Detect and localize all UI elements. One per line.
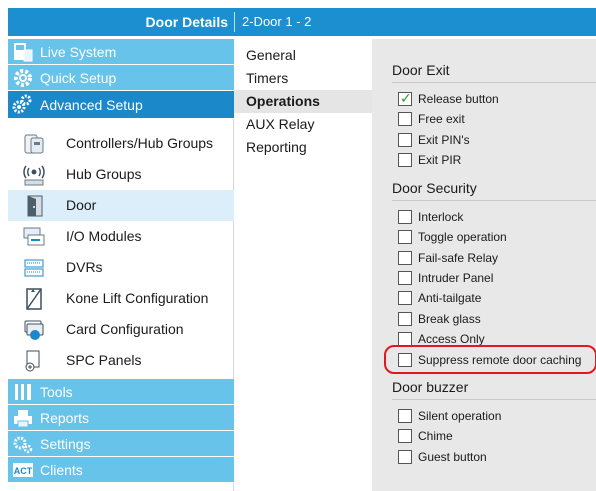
sidebar-item-label: Tools [40,384,73,400]
io-module-icon [23,227,45,246]
checkbox-box[interactable] [398,409,412,423]
sidebar-item-clients[interactable]: ACT Clients [8,457,234,483]
tab-aux-relay[interactable]: AUX Relay [234,113,372,136]
sidebar-item-controllers[interactable]: Controllers/Hub Groups [8,128,234,159]
checkbox-box[interactable] [398,312,412,326]
section-divider [392,82,596,83]
sidebar-item-label: I/O Modules [66,228,142,244]
sidebar-item-io-modules[interactable]: I/O Modules [8,221,234,252]
option-label: Break glass [418,312,481,326]
sidebar-item-label: Card Configuration [66,321,184,337]
door-icon [27,195,43,217]
card-icon [24,320,44,340]
option-label: Chime [418,429,453,443]
sidebar-item-label: Controllers/Hub Groups [66,135,214,151]
svg-text:ACT: ACT [14,466,33,476]
spc-panel-icon [25,350,40,372]
checkbox-box[interactable] [398,230,412,244]
tab-operations[interactable]: Operations [234,90,372,113]
option-label: Toggle operation [418,230,507,244]
option-label: Guest button [418,450,487,464]
sidebar-item-label: Settings [40,436,91,452]
tab-list: General Timers Operations AUX Relay Repo… [234,39,372,491]
sidebar-item-label: Kone Lift Configuration [66,290,209,306]
checkbox-box[interactable] [398,210,412,224]
act-logo-icon: ACT [13,463,33,477]
sidebar: Live System Quick Setup Advanced Setup C… [8,39,234,491]
dvr-icon [24,259,44,277]
checkbox-box[interactable]: ✓ [398,90,412,106]
hub-wireless-icon [23,165,45,186]
sidebar-item-tools[interactable]: Tools [8,379,234,405]
option-label: Fail-safe Relay [418,251,499,265]
tools-icon [15,384,31,400]
live-system-icon [14,43,33,62]
sidebar-item-door[interactable]: Door [8,190,234,221]
sidebar-item-live-system[interactable]: Live System [8,39,234,65]
checkbox-box[interactable] [398,332,412,346]
controller-icon [24,134,44,154]
annotation-highlight [384,345,596,374]
sidebar-item-label: Live System [40,44,117,60]
checkbox-box[interactable] [398,429,412,443]
option-label: Interlock [418,210,464,224]
checkbox-box[interactable] [398,271,412,285]
checkbox-box[interactable] [398,291,412,305]
sidebar-item-hub-groups[interactable]: Hub Groups [8,159,234,190]
option-label: Silent operation [418,409,502,423]
checkbox-box[interactable] [398,450,412,464]
quick-setup-gear-icon [14,69,32,87]
checkbox-box[interactable] [398,133,412,147]
sidebar-item-label: DVRs [66,259,103,275]
option-label: Free exit [418,112,465,126]
sidebar-item-kone-lift[interactable]: Kone Lift Configuration [8,283,234,314]
sidebar-item-label: Reports [40,410,90,426]
section-divider [392,399,596,400]
sidebar-item-label: Hub Groups [66,166,142,182]
settings-gears-icon [13,436,33,454]
operations-panel: Door Exit ✓ Release button Free exit Exi… [372,39,596,491]
tab-timers[interactable]: Timers [234,67,372,90]
sidebar-item-dvrs[interactable]: DVRs [8,252,234,283]
checkbox-box[interactable] [398,153,412,167]
checkbox-box[interactable] [398,251,412,265]
advanced-setup-gears-icon [12,94,32,114]
sidebar-item-spc-panels[interactable]: SPC Panels [8,345,234,376]
header-bar: Door Details 2-Door 1 - 2 [8,8,596,36]
door-security-title: Door Security [392,180,477,196]
door-exit-title: Door Exit [392,62,450,78]
sidebar-item-label: Clients [40,462,83,478]
option-label: Intruder Panel [418,271,494,285]
section-divider [392,200,596,201]
check-mark-icon: ✓ [400,90,412,106]
option-label: Exit PIR [418,153,462,167]
tab-general[interactable]: General [234,44,372,67]
sidebar-item-label: Door [66,197,97,213]
sidebar-item-label: Quick Setup [40,70,117,86]
sidebar-item-card-configuration[interactable]: Card Configuration [8,314,234,345]
sidebar-item-label: Advanced Setup [40,97,143,113]
sidebar-item-label: SPC Panels [66,352,142,368]
option-label: Exit PIN's [418,133,470,147]
checkbox-box[interactable] [398,112,412,126]
option-label: Release button [418,92,499,106]
door-buzzer-title: Door buzzer [392,379,469,395]
sidebar-item-reports[interactable]: Reports [8,405,234,431]
option-label: Anti-tailgate [418,291,482,305]
sidebar-item-quick-setup[interactable]: Quick Setup [8,65,234,91]
printer-icon [14,410,32,428]
page-title: Door Details [145,14,228,30]
header-divider [234,12,235,32]
door-name: 2-Door 1 - 2 [242,14,312,29]
tab-reporting[interactable]: Reporting [234,136,372,159]
sidebar-item-settings[interactable]: Settings [8,431,234,457]
lift-icon [26,288,42,310]
sidebar-item-advanced-setup[interactable]: Advanced Setup [8,91,234,119]
